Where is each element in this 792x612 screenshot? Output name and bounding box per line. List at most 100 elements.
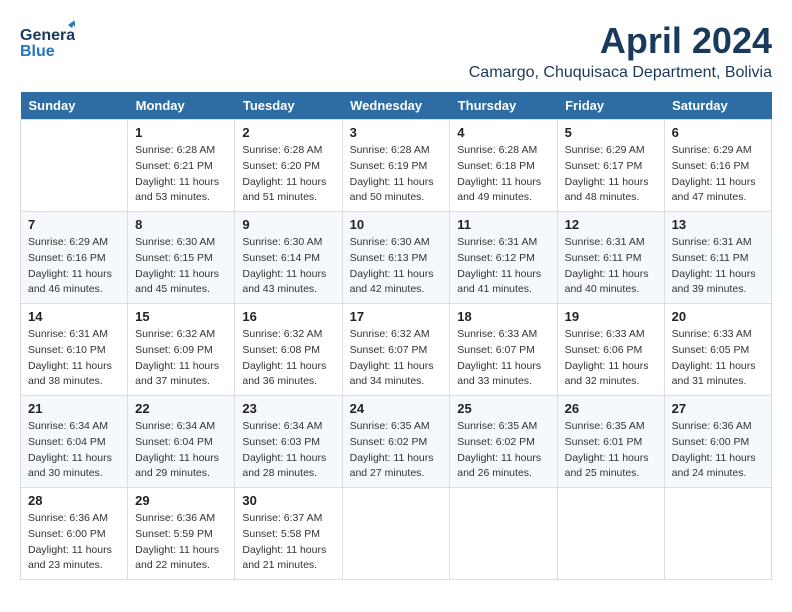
- calendar-cell: 1Sunrise: 6:28 AMSunset: 6:21 PMDaylight…: [128, 120, 235, 212]
- calendar-cell: 27Sunrise: 6:36 AMSunset: 6:00 PMDayligh…: [664, 396, 771, 488]
- weekday-header-wednesday: Wednesday: [342, 92, 450, 120]
- day-number: 19: [565, 309, 657, 324]
- day-info: Sunrise: 6:29 AMSunset: 6:16 PMDaylight:…: [672, 143, 764, 206]
- calendar-cell: 4 Sunrise: 6:28 AMSunset: 6:18 PMDaylight…: [450, 120, 557, 212]
- calendar-cell: 5 Sunrise: 6:29 AMSunset: 6:17 PMDaylight…: [557, 120, 664, 212]
- calendar-table: SundayMondayTuesdayWednesdayThursdayFrid…: [20, 92, 772, 580]
- calendar-cell: 13Sunrise: 6:31 AMSunset: 6:11 PMDayligh…: [664, 212, 771, 304]
- calendar-cell: 6 Sunrise: 6:29 AMSunset: 6:16 PMDaylight…: [664, 120, 771, 212]
- day-info: Sunrise: 6:35 AMSunset: 6:01 PMDaylight:…: [565, 419, 657, 482]
- day-number: 24: [350, 401, 443, 416]
- page-header: General Blue April 2024 Camargo, Chuquis…: [20, 20, 772, 82]
- location-subtitle: Camargo, Chuquisaca Department, Bolivia: [469, 64, 772, 82]
- day-info: Sunrise: 6:28 AMSunset: 6:20 PMDaylight:…: [242, 143, 334, 206]
- day-number: 25: [457, 401, 549, 416]
- day-number: 26: [565, 401, 657, 416]
- calendar-cell: 17 Sunrise: 6:32 AMSunset: 6:07 PMDayligh…: [342, 304, 450, 396]
- calendar-cell: 10 Sunrise: 6:30 AMSunset: 6:13 PMDayligh…: [342, 212, 450, 304]
- day-number: 14: [28, 309, 120, 324]
- day-number: 30: [242, 493, 334, 508]
- day-info: Sunrise: 6:32 AMSunset: 6:07 PMDaylight:…: [350, 327, 443, 390]
- day-number: 12: [565, 217, 657, 232]
- day-info: Sunrise: 6:29 AMSunset: 6:17 PMDaylight:…: [565, 143, 657, 206]
- calendar-cell: 18Sunrise: 6:33 AMSunset: 6:07 PMDayligh…: [450, 304, 557, 396]
- day-number: 22: [135, 401, 227, 416]
- day-number: 6: [672, 125, 764, 140]
- day-number: 29: [135, 493, 227, 508]
- calendar-cell: 22 Sunrise: 6:34 AMSunset: 6:04 PMDayligh…: [128, 396, 235, 488]
- weekday-header-saturday: Saturday: [664, 92, 771, 120]
- calendar-week-1: 1Sunrise: 6:28 AMSunset: 6:21 PMDaylight…: [21, 120, 772, 212]
- day-number: 11: [457, 217, 549, 232]
- day-info: Sunrise: 6:30 AMSunset: 6:13 PMDaylight:…: [350, 235, 443, 298]
- day-info: Sunrise: 6:31 AMSunset: 6:10 PMDaylight:…: [28, 327, 120, 390]
- day-info: Sunrise: 6:28 AMSunset: 6:19 PMDaylight:…: [350, 143, 443, 206]
- day-number: 5: [565, 125, 657, 140]
- day-info: Sunrise: 6:28 AMSunset: 6:18 PMDaylight:…: [457, 143, 549, 206]
- logo-icon: General Blue: [20, 20, 75, 65]
- weekday-header-sunday: Sunday: [21, 92, 128, 120]
- calendar-cell: 3 Sunrise: 6:28 AMSunset: 6:19 PMDaylight…: [342, 120, 450, 212]
- day-info: Sunrise: 6:31 AMSunset: 6:11 PMDaylight:…: [672, 235, 764, 298]
- day-info: Sunrise: 6:35 AMSunset: 6:02 PMDaylight:…: [350, 419, 443, 482]
- calendar-cell: 20Sunrise: 6:33 AMSunset: 6:05 PMDayligh…: [664, 304, 771, 396]
- day-number: 4: [457, 125, 549, 140]
- day-info: Sunrise: 6:32 AMSunset: 6:08 PMDaylight:…: [242, 327, 334, 390]
- calendar-cell: 11Sunrise: 6:31 AMSunset: 6:12 PMDayligh…: [450, 212, 557, 304]
- day-number: 3: [350, 125, 443, 140]
- day-info: Sunrise: 6:36 AMSunset: 5:59 PMDaylight:…: [135, 511, 227, 574]
- day-number: 21: [28, 401, 120, 416]
- day-number: 28: [28, 493, 120, 508]
- weekday-header-thursday: Thursday: [450, 92, 557, 120]
- calendar-week-3: 14 Sunrise: 6:31 AMSunset: 6:10 PMDayligh…: [21, 304, 772, 396]
- calendar-cell: 23 Sunrise: 6:34 AMSunset: 6:03 PMDayligh…: [235, 396, 342, 488]
- day-number: 16: [242, 309, 334, 324]
- day-info: Sunrise: 6:29 AMSunset: 6:16 PMDaylight:…: [28, 235, 120, 298]
- day-number: 8: [135, 217, 227, 232]
- day-info: Sunrise: 6:36 AMSunset: 6:00 PMDaylight:…: [28, 511, 120, 574]
- calendar-cell: 2 Sunrise: 6:28 AMSunset: 6:20 PMDaylight…: [235, 120, 342, 212]
- day-info: Sunrise: 6:28 AMSunset: 6:21 PMDaylight:…: [135, 143, 227, 206]
- day-info: Sunrise: 6:33 AMSunset: 6:06 PMDaylight:…: [565, 327, 657, 390]
- calendar-cell: 16 Sunrise: 6:32 AMSunset: 6:08 PMDayligh…: [235, 304, 342, 396]
- day-info: Sunrise: 6:34 AMSunset: 6:04 PMDaylight:…: [28, 419, 120, 482]
- weekday-header-row: SundayMondayTuesdayWednesdayThursdayFrid…: [21, 92, 772, 120]
- day-number: 17: [350, 309, 443, 324]
- day-info: Sunrise: 6:33 AMSunset: 6:07 PMDaylight:…: [457, 327, 549, 390]
- calendar-cell: [557, 488, 664, 580]
- day-info: Sunrise: 6:37 AMSunset: 5:58 PMDaylight:…: [242, 511, 334, 574]
- day-info: Sunrise: 6:36 AMSunset: 6:00 PMDaylight:…: [672, 419, 764, 482]
- calendar-cell: 28 Sunrise: 6:36 AMSunset: 6:00 PMDayligh…: [21, 488, 128, 580]
- calendar-cell: 25 Sunrise: 6:35 AMSunset: 6:02 PMDayligh…: [450, 396, 557, 488]
- calendar-cell: 7Sunrise: 6:29 AMSunset: 6:16 PMDaylight…: [21, 212, 128, 304]
- calendar-cell: 21 Sunrise: 6:34 AMSunset: 6:04 PMDayligh…: [21, 396, 128, 488]
- calendar-week-4: 21 Sunrise: 6:34 AMSunset: 6:04 PMDayligh…: [21, 396, 772, 488]
- calendar-cell: 15Sunrise: 6:32 AMSunset: 6:09 PMDayligh…: [128, 304, 235, 396]
- day-number: 10: [350, 217, 443, 232]
- day-info: Sunrise: 6:30 AMSunset: 6:15 PMDaylight:…: [135, 235, 227, 298]
- calendar-cell: 19 Sunrise: 6:33 AMSunset: 6:06 PMDayligh…: [557, 304, 664, 396]
- calendar-cell: 29 Sunrise: 6:36 AMSunset: 5:59 PMDayligh…: [128, 488, 235, 580]
- calendar-cell: 24 Sunrise: 6:35 AMSunset: 6:02 PMDayligh…: [342, 396, 450, 488]
- calendar-week-2: 7Sunrise: 6:29 AMSunset: 6:16 PMDaylight…: [21, 212, 772, 304]
- day-number: 20: [672, 309, 764, 324]
- calendar-cell: 14 Sunrise: 6:31 AMSunset: 6:10 PMDayligh…: [21, 304, 128, 396]
- calendar-week-5: 28 Sunrise: 6:36 AMSunset: 6:00 PMDayligh…: [21, 488, 772, 580]
- calendar-cell: [664, 488, 771, 580]
- day-info: Sunrise: 6:35 AMSunset: 6:02 PMDaylight:…: [457, 419, 549, 482]
- weekday-header-friday: Friday: [557, 92, 664, 120]
- calendar-cell: [21, 120, 128, 212]
- calendar-cell: [342, 488, 450, 580]
- title-block: April 2024 Camargo, Chuquisaca Departmen…: [469, 20, 772, 82]
- calendar-cell: 30 Sunrise: 6:37 AMSunset: 5:58 PMDayligh…: [235, 488, 342, 580]
- calendar-cell: 12Sunrise: 6:31 AMSunset: 6:11 PMDayligh…: [557, 212, 664, 304]
- day-info: Sunrise: 6:30 AMSunset: 6:14 PMDaylight:…: [242, 235, 334, 298]
- calendar-cell: [450, 488, 557, 580]
- calendar-cell: 26 Sunrise: 6:35 AMSunset: 6:01 PMDayligh…: [557, 396, 664, 488]
- day-info: Sunrise: 6:34 AMSunset: 6:03 PMDaylight:…: [242, 419, 334, 482]
- day-number: 23: [242, 401, 334, 416]
- day-info: Sunrise: 6:32 AMSunset: 6:09 PMDaylight:…: [135, 327, 227, 390]
- calendar-cell: 8 Sunrise: 6:30 AMSunset: 6:15 PMDaylight…: [128, 212, 235, 304]
- day-info: Sunrise: 6:34 AMSunset: 6:04 PMDaylight:…: [135, 419, 227, 482]
- day-number: 2: [242, 125, 334, 140]
